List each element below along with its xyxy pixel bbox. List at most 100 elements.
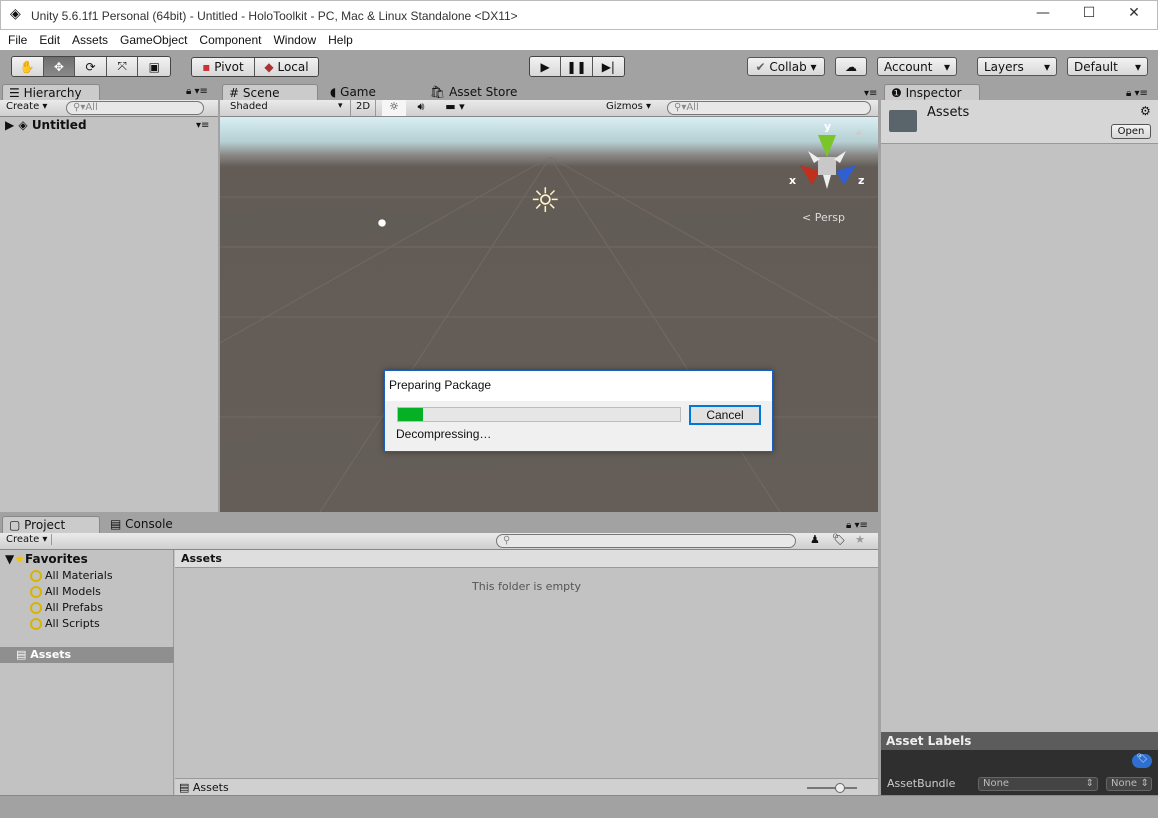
collab-dropdown[interactable]: ✔ Collab ▾	[747, 57, 825, 76]
preparing-package-dialog: Preparing Package Decompressing… Cancel	[384, 370, 773, 452]
favorite-item[interactable]: All Models	[30, 585, 101, 598]
project-lock-icon[interactable]: 🔒︎ ▾≡	[846, 520, 868, 531]
progress-fill	[398, 408, 424, 421]
menu-assets[interactable]: Assets	[72, 30, 115, 50]
favorite-star-icon[interactable]: ★	[855, 533, 865, 546]
pause-button[interactable]: ❚❚	[561, 57, 593, 76]
scale-tool-button[interactable]: ⤧	[106, 57, 139, 76]
open-button[interactable]: Open	[1111, 124, 1151, 139]
variant-dropdown[interactable]: None ⇕	[1106, 777, 1152, 791]
minimize-button[interactable]: —	[1023, 5, 1063, 27]
axis-x-label: x	[789, 174, 797, 187]
check-icon: ✔	[755, 59, 766, 74]
filter-label-icon[interactable]: 🏷︎	[832, 533, 846, 546]
play-button[interactable]: ▶	[530, 57, 562, 76]
gizmos-dropdown[interactable]: Gizmos ▾	[606, 101, 651, 112]
assets-folder-item[interactable]: ▤ Assets	[0, 647, 174, 663]
scene-root-item[interactable]: ▶ ◈ Untitled	[5, 118, 87, 132]
favorites-item[interactable]: ▼★Favorites	[5, 552, 88, 566]
menu-help[interactable]: Help	[328, 30, 360, 50]
transform-tools: ✋ ✥ ⟳ ⤧ ▣	[11, 56, 171, 77]
layers-dropdown[interactable]: Layers ▾	[977, 57, 1057, 76]
footer-path: Assets	[192, 781, 229, 794]
hierarchy-tab-label: Hierarchy	[23, 86, 82, 100]
favorite-item[interactable]: All Prefabs	[30, 601, 103, 614]
scene-search-input[interactable]: ⚲▾All	[667, 101, 871, 115]
menu-edit[interactable]: Edit	[39, 30, 67, 50]
scene-name: Untitled	[31, 118, 87, 132]
icon-size-slider[interactable]	[807, 783, 857, 793]
project-search-input[interactable]: ⚲	[496, 534, 796, 548]
shading-dropdown[interactable]: Shaded	[230, 101, 268, 112]
maximize-button[interactable]: ☐	[1069, 5, 1109, 27]
tab-scene[interactable]: # Scene	[222, 84, 318, 101]
tab-asset-store[interactable]: 🛍︎ Asset Store	[424, 84, 524, 101]
gizmo-lock-icon[interactable]: 🔒︎	[856, 127, 861, 138]
rect-tool-button[interactable]: ▣	[138, 57, 170, 76]
star-icon: ★	[14, 552, 25, 566]
effects-dropdown[interactable]: ▬ ▾	[438, 100, 472, 113]
assetbundle-dropdown[interactable]: None ⇕	[978, 777, 1098, 791]
project-tree: ▼★Favorites All Materials All Models All…	[0, 550, 174, 795]
hand-tool-button[interactable]: ✋	[12, 57, 44, 76]
project-create-button[interactable]: Create ▾	[6, 534, 53, 545]
dialog-title: Preparing Package	[389, 378, 492, 392]
project-footer: ▤ Assets	[175, 778, 878, 795]
directional-light-icon[interactable]: ☼	[530, 181, 560, 221]
progress-status: Decompressing…	[396, 427, 492, 441]
search-icon	[30, 617, 42, 630]
search-icon	[30, 585, 42, 598]
gear-icon[interactable]: ⚙	[1140, 104, 1151, 118]
cloud-button[interactable]: ☁	[835, 57, 867, 76]
lighting-toggle[interactable]: ☼	[382, 100, 406, 116]
2d-toggle[interactable]: 2D	[350, 100, 376, 116]
move-tool-button[interactable]: ✥	[43, 57, 76, 76]
tab-console[interactable]: ▤ Console	[104, 516, 200, 533]
tab-inspector[interactable]: ❶ Inspector	[884, 84, 980, 101]
menu-component[interactable]: Component	[199, 30, 268, 50]
inspector-lock-icon[interactable]: 🔒︎ ▾≡	[1126, 88, 1148, 99]
audio-toggle[interactable]: 🔊︎	[410, 100, 432, 114]
local-button[interactable]: ◆ Local	[255, 58, 318, 76]
collab-label: Collab	[769, 59, 807, 74]
scene-menu-icon[interactable]: ▾≡	[864, 88, 877, 99]
projection-toggle[interactable]: < Persp	[802, 211, 845, 224]
tab-hierarchy[interactable]: ☰ Hierarchy	[2, 84, 100, 101]
scene-grid	[220, 156, 878, 512]
menu-window[interactable]: Window	[273, 30, 323, 50]
folder-icon: ▤	[179, 781, 190, 794]
layout-dropdown[interactable]: Default ▾	[1067, 57, 1148, 76]
account-dropdown[interactable]: Account ▾	[877, 57, 957, 76]
hierarchy-toolbar: Create ▾ ⚲▾All	[0, 100, 218, 117]
favorite-item[interactable]: All Scripts	[30, 617, 100, 630]
project-toolbar: Create ▾ ⚲ ♟ 🏷︎ ★	[0, 533, 878, 550]
menu-gameobject[interactable]: GameObject	[120, 30, 194, 50]
console-tab-label: Console	[125, 517, 173, 531]
cancel-button[interactable]: Cancel	[689, 405, 761, 425]
scene-menu-icon[interactable]: ▾≡	[196, 120, 209, 131]
tab-project[interactable]: ▢ Project	[2, 516, 100, 533]
lock-icon[interactable]: 🔒︎ ▾≡	[186, 86, 208, 97]
window-title: Unity 5.6.1f1 Personal (64bit) - Untitle…	[31, 9, 518, 23]
menu-file[interactable]: File	[8, 30, 34, 50]
tag-icon[interactable]: 🏷︎	[1132, 754, 1152, 768]
title-bar: ◈ Unity 5.6.1f1 Personal (64bit) - Untit…	[0, 0, 1158, 30]
step-button[interactable]: ▶|	[592, 57, 624, 76]
search-icon	[30, 601, 42, 614]
slider-thumb[interactable]	[835, 783, 845, 793]
camera-icon[interactable]: ⏺	[378, 213, 386, 233]
scene-viewport[interactable]: ☼ ⏺ y x z < Persp 🔒︎	[220, 117, 878, 512]
cloud-icon: ☁	[845, 59, 857, 74]
rotate-tool-button[interactable]: ⟳	[75, 57, 107, 76]
hierarchy-search-input[interactable]: ⚲▾All	[66, 101, 204, 115]
filter-type-icon[interactable]: ♟	[810, 533, 820, 546]
scene-tab-label: Scene	[242, 86, 280, 100]
favorite-item[interactable]: All Materials	[30, 569, 113, 582]
tab-game[interactable]: ◖ Game	[324, 84, 420, 101]
close-button[interactable]: ✕	[1114, 5, 1154, 27]
pivot-button[interactable]: ▪ Pivot	[192, 58, 256, 76]
hierarchy-create-button[interactable]: Create ▾	[6, 101, 47, 112]
project-tab-label: Project	[24, 518, 66, 532]
cube-icon: ◆	[264, 60, 274, 74]
axis-y-label: y	[824, 120, 832, 133]
